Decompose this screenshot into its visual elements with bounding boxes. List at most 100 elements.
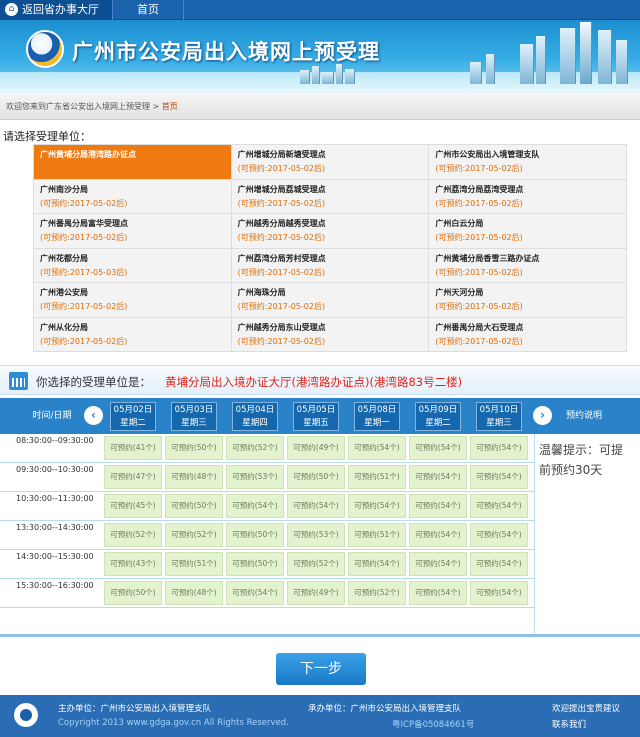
time-range-label: 15:30:00--16:30:00 <box>16 581 94 590</box>
slot-button[interactable]: 可预约(50个) <box>226 552 284 576</box>
grid-divider <box>534 434 535 636</box>
slot-button[interactable]: 可预约(54个) <box>409 523 467 547</box>
next-week-button[interactable]: › <box>533 406 552 425</box>
unit-option[interactable]: 广州黄埔分局香雪三路办证点 (可预约:2017-05-02后) <box>429 248 628 283</box>
slot-button[interactable]: 可预约(54个) <box>409 581 467 605</box>
slot-button[interactable]: 可预约(54个) <box>409 436 467 460</box>
slot-button[interactable]: 可预约(50个) <box>287 465 345 489</box>
slot-button[interactable]: 可预约(54个) <box>409 465 467 489</box>
slot-button[interactable]: 可预约(54个) <box>348 494 406 518</box>
slot-button[interactable]: 可预约(45个) <box>104 494 162 518</box>
slot-button[interactable]: 可预约(54个) <box>287 494 345 518</box>
time-range-label: 14:30:00--15:30:00 <box>16 552 94 561</box>
back-to-hall-label: 返回省办事大厅 <box>22 3 99 16</box>
slot-button[interactable]: 可预约(50个) <box>165 494 223 518</box>
slot-button[interactable]: 可预约(52个) <box>165 523 223 547</box>
unit-option[interactable]: 广州番禺分局大石受理点 (可预约:2017-05-02后) <box>429 317 628 352</box>
unit-option[interactable]: 广州增城分局新塘受理点 (可预约:2017-05-02后) <box>231 145 430 180</box>
slot-button[interactable]: 可预约(50个) <box>104 581 162 605</box>
slot-button[interactable]: 可预约(49个) <box>287 581 345 605</box>
slot-button[interactable]: 可预约(52个) <box>287 552 345 576</box>
time-slot-row: 08:30:00--09:30:00 可预约(41个) 可预约(50个) 可预约(52… <box>0 434 534 463</box>
contact-us-link[interactable]: 联系我们 <box>552 718 586 730</box>
banner-skyline <box>300 70 310 84</box>
time-range-label: 13:30:00--14:30:00 <box>16 523 94 532</box>
slot-button[interactable]: 可预约(49个) <box>287 436 345 460</box>
unit-option[interactable]: 广州从化分局 (可预约:2017-05-02后) <box>34 317 232 352</box>
date-column-header[interactable]: 05月05日 星期五 <box>293 402 339 431</box>
unit-option[interactable]: 广州番禺分局富华受理点 (可预约:2017-05-02后) <box>34 214 232 249</box>
grid-bottom-rule <box>0 634 640 637</box>
unit-option[interactable]: 广州南沙分局 (可预约:2017-05-02后) <box>34 179 232 214</box>
slot-button[interactable]: 可预约(47个) <box>104 465 162 489</box>
chosen-unit-label: 你选择的受理单位是： <box>36 375 151 389</box>
footer-logo-icon <box>14 703 38 727</box>
slot-button[interactable]: 可预约(53个) <box>226 465 284 489</box>
unit-option[interactable]: 广州越秀分局东山受理点 (可预约:2017-05-02后) <box>231 317 430 352</box>
slot-button[interactable]: 可预约(54个) <box>470 581 528 605</box>
slot-button[interactable]: 可预约(54个) <box>470 436 528 460</box>
slot-button[interactable]: 可预约(54个) <box>470 494 528 518</box>
slot-button[interactable]: 可预约(54个) <box>409 494 467 518</box>
date-column-header[interactable]: 05月03日 星期三 <box>171 402 217 431</box>
unit-option[interactable]: 广州海珠分局 (可预约:2017-05-02后) <box>231 283 430 318</box>
slot-button[interactable]: 可预约(52个) <box>348 581 406 605</box>
time-slot-row: 15:30:00--16:30:00 可预约(50个) 可预约(48个) 可预约(54… <box>0 579 534 608</box>
slot-button[interactable]: 可预约(54个) <box>470 465 528 489</box>
slot-button[interactable]: 可预约(52个) <box>104 523 162 547</box>
slot-button[interactable]: 可预约(50个) <box>165 436 223 460</box>
time-slot-row: 14:30:00--15:30:00 可预约(43个) 可预约(51个) 可预约(50… <box>0 550 534 579</box>
unit-option[interactable]: 广州荔湾分局荔湾受理点 (可预约:2017-05-02后) <box>429 179 628 214</box>
slot-button[interactable]: 可预约(41个) <box>104 436 162 460</box>
unit-option[interactable]: 广州荔湾分局芳村受理点 (可预约:2017-05-02后) <box>231 248 430 283</box>
slot-button[interactable]: 可预约(54个) <box>470 523 528 547</box>
next-step-button[interactable]: 下一步 <box>276 653 366 685</box>
slot-button[interactable]: 可预约(52个) <box>226 436 284 460</box>
unit-option[interactable]: 广州天河分局 (可预约:2017-05-02后) <box>429 283 628 318</box>
slot-button[interactable]: 可预约(54个) <box>226 494 284 518</box>
slot-button[interactable]: 可预约(54个) <box>226 581 284 605</box>
booking-notes-header: 预约说明 <box>566 411 603 421</box>
unit-option[interactable]: 广州港公安局 (可预约:2017-05-02后) <box>34 283 232 318</box>
back-to-hall-link[interactable]: ⌂ 返回省办事大厅 <box>0 0 112 20</box>
slot-button[interactable]: 可预约(54个) <box>470 552 528 576</box>
slot-button[interactable]: 可预约(51个) <box>165 552 223 576</box>
unit-option[interactable]: 广州花都分局 (可预约:2017-05-03后) <box>34 248 232 283</box>
feedback-link[interactable]: 欢迎提出宝贵建议 <box>552 702 620 714</box>
date-column-header[interactable]: 05月02日 星期二 <box>110 402 156 431</box>
breadcrumb-prefix: 欢迎您来到广东省公安出入境网上预受理 > <box>6 102 160 111</box>
unit-grid: 广州黄埔分局港湾路办证点 广州增城分局新塘受理点 (可预约:2017-05-02后… <box>33 144 628 352</box>
footer-icp[interactable]: 粤ICP备05084661号 <box>392 718 474 730</box>
breadcrumb-home-link[interactable]: 首页 <box>162 102 178 111</box>
top-nav-bar: ⌂ 返回省办事大厅 首页 <box>0 0 640 20</box>
time-range-label: 10:30:00--11:30:00 <box>16 494 94 503</box>
slot-button[interactable]: 可预约(54个) <box>348 552 406 576</box>
unit-option[interactable]: 广州越秀分局越秀受理点 (可预约:2017-05-02后) <box>231 214 430 249</box>
slot-button[interactable]: 可预约(51个) <box>348 465 406 489</box>
unit-option[interactable]: 广州黄埔分局港湾路办证点 <box>34 145 232 180</box>
slot-button[interactable]: 可预约(53个) <box>287 523 345 547</box>
time-range-label: 08:30:00--09:30:00 <box>16 436 94 445</box>
prev-week-button[interactable]: ‹ <box>84 406 103 425</box>
slot-button[interactable]: 可预约(48个) <box>165 581 223 605</box>
footer-undertaker: 承办单位：广州市公安局出入境管理支队 <box>308 704 462 714</box>
unit-option[interactable]: 广州白云分局 (可预约:2017-05-02后) <box>429 214 628 249</box>
unit-option[interactable]: 广州市公安局出入境管理支队 (可预约:2017-05-02后) <box>429 145 628 180</box>
slot-button[interactable]: 可预约(54个) <box>348 436 406 460</box>
chosen-unit-value: 黄埔分局出入境办证大厅(港湾路办证点)(港湾路83号二楼) <box>165 375 463 389</box>
footer-copyright: Copyright 2013 www.gdga.gov.cn All Right… <box>58 718 289 728</box>
date-column-header[interactable]: 05月04日 星期四 <box>232 402 278 431</box>
footer-host: 主办单位：广州市公安局出入境管理支队 <box>58 704 212 714</box>
date-column-header[interactable]: 05月09日 星期二 <box>415 402 461 431</box>
slot-button[interactable]: 可预约(48个) <box>165 465 223 489</box>
slot-button[interactable]: 可预约(54个) <box>409 552 467 576</box>
slot-button[interactable]: 可预约(50个) <box>226 523 284 547</box>
date-column-header[interactable]: 05月10日 星期三 <box>476 402 522 431</box>
date-column-header[interactable]: 05月08日 星期一 <box>354 402 400 431</box>
slot-button[interactable]: 可预约(43个) <box>104 552 162 576</box>
home-link[interactable]: 首页 <box>112 0 184 20</box>
unit-option[interactable]: 广州增城分局荔城受理点 (可预约:2017-05-02后) <box>231 179 430 214</box>
calendar-icon <box>9 372 28 390</box>
slot-button[interactable]: 可预约(51个) <box>348 523 406 547</box>
booking-tip: 温馨提示：可提前预约30天 <box>539 443 624 477</box>
